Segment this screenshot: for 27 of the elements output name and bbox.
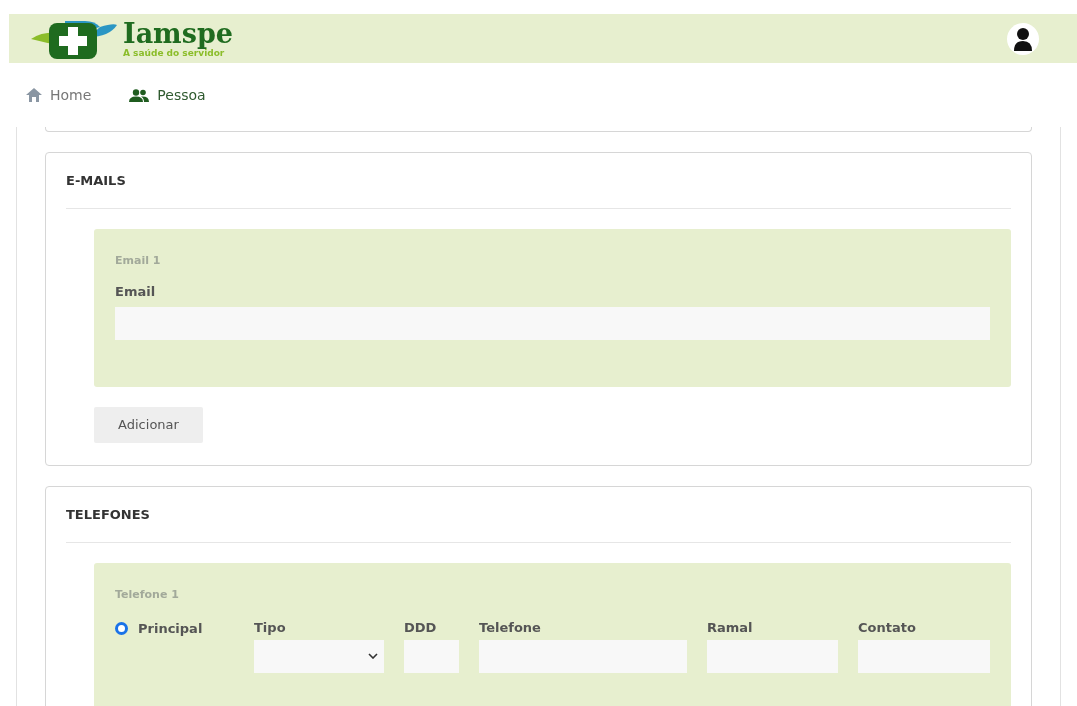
nav-link[interactable]: Pessoa bbox=[129, 84, 206, 106]
principal-radio[interactable]: Principal bbox=[115, 617, 254, 640]
text-field[interactable] bbox=[404, 639, 459, 673]
field-label: Email bbox=[115, 282, 157, 301]
item-caption: Telefone 1 bbox=[115, 587, 180, 603]
chevron-down-icon bbox=[368, 653, 378, 659]
brand-name: Iamspe bbox=[123, 19, 233, 47]
type-select[interactable] bbox=[254, 639, 384, 673]
field-label: Ramal bbox=[707, 618, 754, 637]
text-field[interactable] bbox=[858, 639, 990, 673]
email-field[interactable] bbox=[115, 307, 990, 340]
item-caption: Email 1 bbox=[115, 253, 162, 269]
people-icon bbox=[129, 88, 150, 102]
field-label: Tipo bbox=[254, 618, 287, 637]
field-label: DDD bbox=[404, 618, 438, 637]
user-avatar[interactable] bbox=[1007, 22, 1039, 55]
nav-link[interactable]: Home bbox=[26, 84, 92, 106]
brand-tagline: A saúde do servidor bbox=[123, 48, 225, 58]
text-field[interactable] bbox=[479, 639, 687, 673]
field-label: Contato bbox=[858, 618, 917, 637]
section-title: E-MAILS bbox=[66, 171, 126, 190]
home-icon bbox=[26, 88, 42, 102]
text-field[interactable] bbox=[707, 639, 838, 673]
field-label: Telefone bbox=[479, 618, 542, 637]
section-title: TELEFONES bbox=[66, 505, 150, 524]
user-icon bbox=[1013, 26, 1033, 51]
add-button[interactable]: Adicionar bbox=[94, 407, 203, 443]
